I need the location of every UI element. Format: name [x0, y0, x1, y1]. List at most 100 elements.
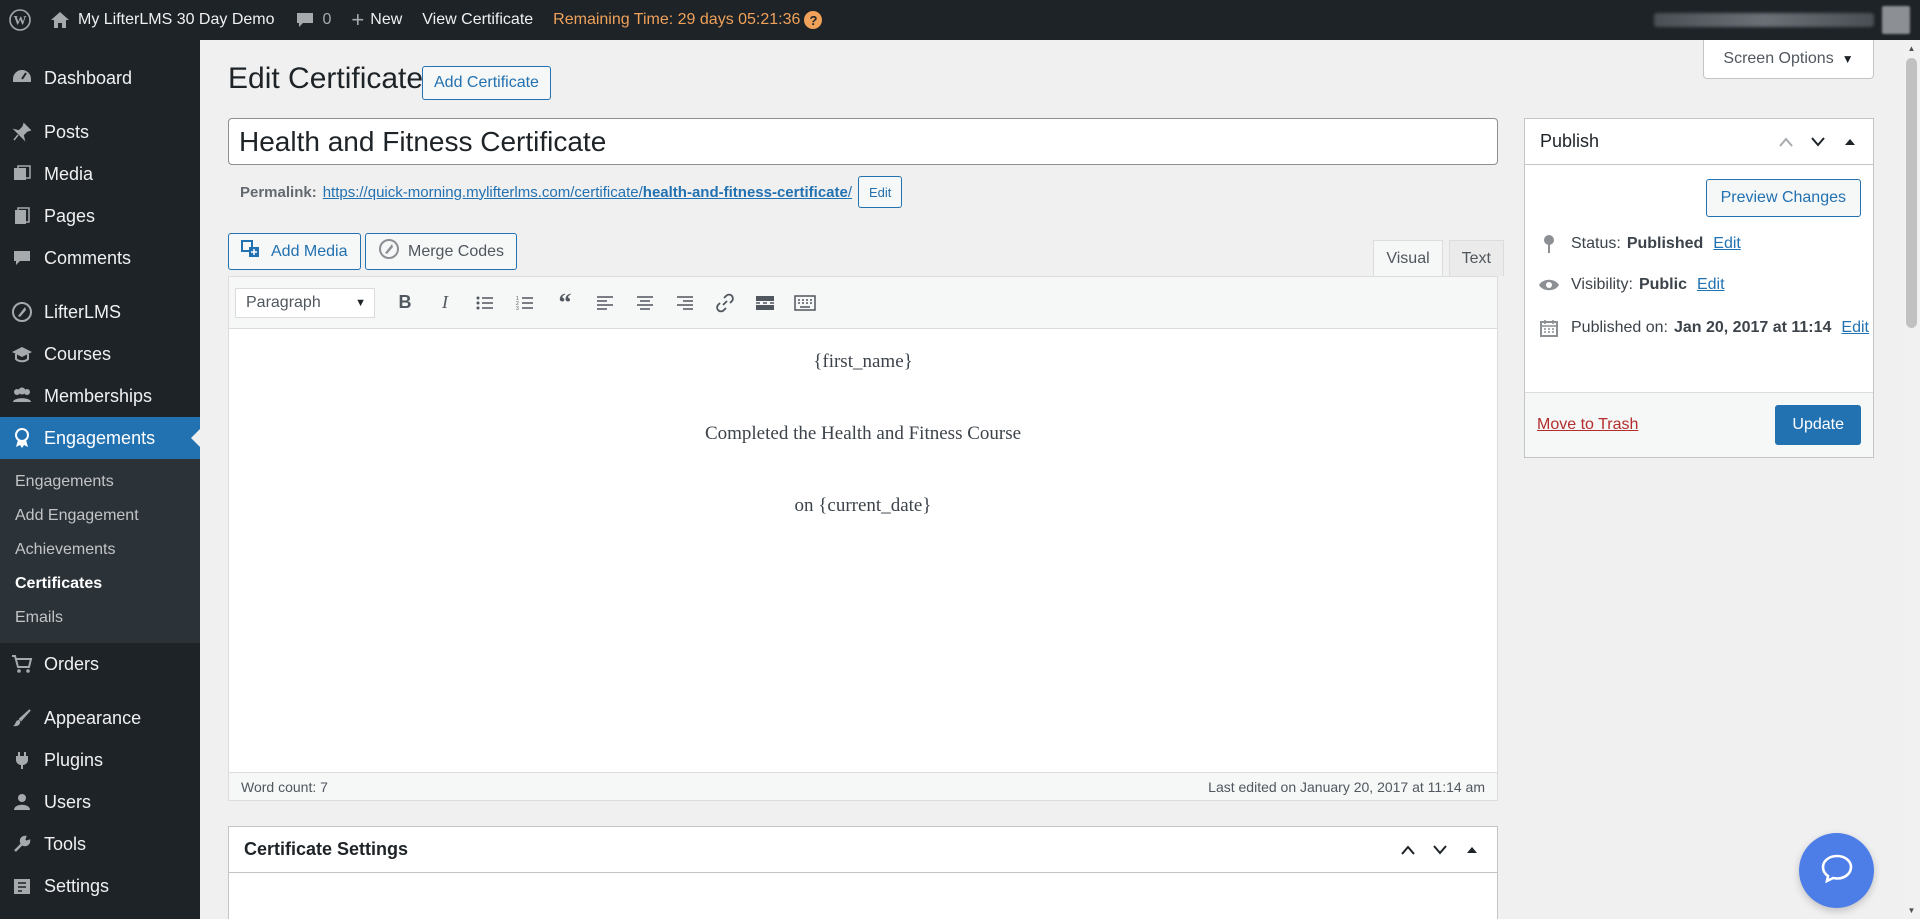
menu-item-media[interactable]: Media [0, 153, 200, 195]
merge-codes-label: Merge Codes [408, 242, 505, 260]
update-button[interactable]: Update [1775, 405, 1861, 445]
scrollbar-thumb[interactable] [1906, 58, 1917, 328]
certificate-settings-header[interactable]: Certificate Settings [229, 827, 1497, 873]
menu-item-pages[interactable]: Pages [0, 195, 200, 237]
blockquote-icon[interactable]: “ [547, 285, 583, 321]
select-arrow-icon: ▼ [355, 296, 366, 309]
wordpress-logo-icon[interactable]: W [0, 0, 40, 40]
menu-label-tools: Tools [44, 833, 87, 854]
menu-top-item: Dashboard [0, 40, 200, 88]
published-value: Jan 20, 2017 at 11:14 [1673, 319, 1832, 336]
view-certificate-link[interactable]: View Certificate [412, 0, 543, 40]
comments-icon [10, 246, 34, 270]
site-name-link[interactable]: My LifterLMS 30 Day Demo [40, 0, 285, 40]
collapse-toggle-icon[interactable] [1461, 846, 1483, 854]
menu-item-plugins[interactable]: Plugins [0, 739, 200, 781]
read-more-icon[interactable] [747, 285, 783, 321]
link-icon[interactable] [707, 285, 743, 321]
remaining-time[interactable]: Remaining Time: 29 days 05:21:36 ? [543, 0, 832, 40]
help-chat-button[interactable] [1799, 833, 1874, 908]
plug-icon [10, 748, 34, 772]
align-center-icon[interactable] [627, 285, 663, 321]
scroll-up-arrow-icon[interactable]: ▲ [1903, 40, 1920, 57]
submenu-item-emails[interactable]: Emails [0, 601, 200, 635]
bullet-list-icon[interactable] [467, 285, 503, 321]
screen-options-label: Screen Options [1723, 50, 1834, 67]
brush-icon [10, 706, 34, 730]
align-right-icon[interactable] [667, 285, 703, 321]
comments-count: 0 [322, 11, 332, 28]
menu-item-engagements[interactable]: Engagements [0, 417, 200, 459]
add-certificate-button[interactable]: Add Certificate [422, 66, 551, 100]
published-label: Published on: [1571, 319, 1668, 336]
award-icon [10, 426, 34, 450]
dashboard-gauge-icon [10, 66, 34, 90]
account-name-blurred [1654, 13, 1874, 27]
new-content-link[interactable]: + New [341, 0, 412, 40]
move-up-icon[interactable] [1775, 136, 1797, 147]
align-left-icon[interactable] [587, 285, 623, 321]
submenu-item-add-engagement[interactable]: Add Engagement [0, 499, 200, 533]
permalink-link[interactable]: https://quick-morning.mylifterlms.com/ce… [323, 184, 852, 201]
menu-item-tools[interactable]: Tools [0, 823, 200, 865]
publish-box-header[interactable]: Publish [1525, 119, 1873, 165]
tab-text[interactable]: Text [1448, 240, 1504, 276]
move-up-icon[interactable] [1397, 844, 1419, 855]
menu-label-users: Users [44, 791, 92, 812]
status-edit-link[interactable]: Edit [1713, 235, 1741, 253]
word-count: Word count: 7 [241, 778, 328, 795]
merge-codes-button[interactable]: Merge Codes [365, 233, 518, 270]
content-line-date: on {current_date} [794, 495, 932, 516]
content-line-completed: Completed the Health and Fitness Course [704, 423, 1022, 444]
editor-body[interactable]: {first_name} Completed the Health and Fi… [229, 329, 1497, 773]
visibility-row: Visibility: Public Edit [1537, 276, 1725, 294]
tab-visual[interactable]: Visual [1373, 240, 1443, 276]
collapse-toggle-icon[interactable] [1839, 138, 1861, 146]
add-media-button[interactable]: Add Media [228, 233, 361, 270]
published-edit-link[interactable]: Edit [1841, 319, 1869, 337]
comments-link[interactable]: 0 [285, 0, 342, 40]
move-down-icon[interactable] [1429, 844, 1451, 855]
menu-item-appearance[interactable]: Appearance [0, 697, 200, 739]
toolbar-toggle-icon[interactable] [787, 285, 823, 321]
settings-icon [10, 874, 34, 898]
my-account[interactable] [1654, 0, 1910, 40]
page-scrollbar[interactable]: ▲ ▼ [1903, 40, 1920, 919]
menu-item-dashboard[interactable]: Dashboard [0, 40, 200, 116]
menu-item-courses[interactable]: Courses [0, 333, 200, 375]
visibility-label: Visibility: [1571, 276, 1633, 293]
permalink-trailing: / [847, 183, 853, 201]
menu-item-comments[interactable]: Comments [0, 237, 200, 279]
svg-text:W: W [14, 13, 27, 28]
move-to-trash-link[interactable]: Move to Trash [1537, 416, 1638, 434]
menu-item-posts[interactable]: Posts [0, 111, 200, 153]
post-title-input[interactable]: Health and Fitness Certificate [228, 118, 1498, 165]
menu-label-lifterlms: LifterLMS [44, 301, 122, 322]
submenu-item-certificates[interactable]: Certificates [0, 567, 200, 601]
memberships-icon [10, 384, 34, 408]
scroll-down-arrow-icon[interactable]: ▼ [1903, 902, 1920, 919]
submenu-item-achievements[interactable]: Achievements [0, 533, 200, 567]
visibility-edit-link[interactable]: Edit [1697, 276, 1725, 294]
editor-tabs: Visual Text [1373, 240, 1504, 276]
menu-item-memberships[interactable]: Memberships [0, 375, 200, 417]
numbered-list-icon[interactable]: 123 [507, 285, 543, 321]
menu-label-posts: Posts [44, 121, 90, 142]
admin-menu: Posts Media Pages Comments LifterLMS Cou… [0, 111, 200, 907]
move-down-icon[interactable] [1807, 136, 1829, 147]
published-on-row: Published on: Jan 20, 2017 at 11:14 Edit [1537, 318, 1869, 338]
preview-changes-button[interactable]: Preview Changes [1705, 179, 1861, 217]
menu-item-lifterlms[interactable]: LifterLMS [0, 291, 200, 333]
pin-icon [1537, 234, 1561, 254]
format-select[interactable]: Paragraph ▼ [235, 287, 375, 318]
post-title-value: Health and Fitness Certificate [239, 125, 607, 157]
italic-icon[interactable]: I [427, 285, 463, 321]
help-question-icon: ? [804, 11, 823, 29]
screen-options-button[interactable]: Screen Options ▼ [1703, 40, 1874, 79]
menu-item-settings[interactable]: Settings [0, 865, 200, 907]
menu-item-users[interactable]: Users [0, 781, 200, 823]
submenu-item-engagements[interactable]: Engagements [0, 465, 200, 499]
permalink-edit-button[interactable]: Edit [858, 176, 903, 208]
bold-icon[interactable]: B [387, 285, 423, 321]
menu-item-orders[interactable]: Orders [0, 643, 200, 685]
